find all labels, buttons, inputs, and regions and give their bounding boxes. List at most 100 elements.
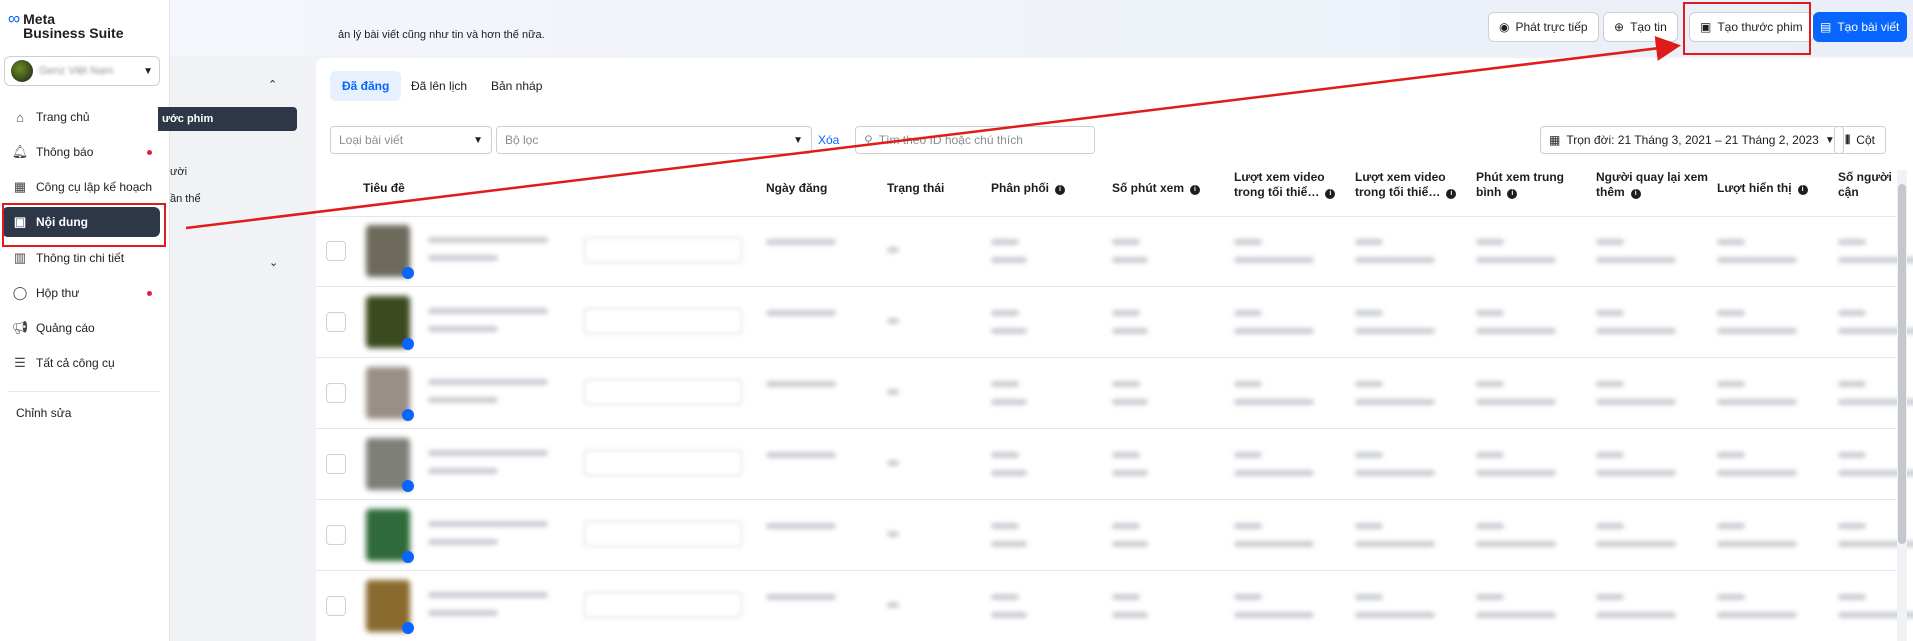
nav-item-insights[interactable]: ▥ Thông tin chi tiết — [2, 243, 160, 273]
column-header-reach[interactable]: Số người cận — [1838, 170, 1896, 200]
tab-published[interactable]: Đã đăng — [330, 71, 402, 101]
table-row[interactable] — [316, 430, 1913, 500]
columns-button[interactable]: ⦀ Cột — [1834, 126, 1886, 154]
facebook-badge-icon — [402, 267, 414, 279]
nav-item-planner[interactable]: ▦ Công cụ lập kế hoạch — [2, 172, 160, 202]
nav-item-content[interactable]: ▣ Nội dung — [2, 207, 160, 237]
boost-dropdown[interactable] — [584, 521, 742, 547]
post-type-select[interactable]: Loại bài viết ▼ — [330, 126, 492, 154]
column-header-returning-viewers[interactable]: Người quay lại xem thêm i — [1596, 170, 1708, 200]
meta-logo-icon: ∞ — [8, 9, 21, 28]
row-checkbox[interactable] — [326, 454, 346, 474]
boost-dropdown[interactable] — [584, 450, 742, 476]
nav-label: Nội dung — [36, 215, 88, 229]
meta-business-suite-logo[interactable]: ∞ Meta Business Suite — [8, 9, 124, 40]
column-header-minutes-viewed[interactable]: Số phút xem i — [1112, 181, 1201, 196]
notification-dot — [147, 150, 152, 155]
row-metric — [887, 531, 899, 537]
post-caption — [428, 237, 548, 243]
filter-select[interactable]: Bộ lọc ▼ — [496, 126, 812, 154]
row-metric — [766, 381, 836, 387]
row-metric-sub — [1717, 612, 1797, 618]
row-checkbox[interactable] — [326, 312, 346, 332]
nav-item-notifications[interactable]: 🔔︎ Thông báo — [2, 137, 160, 167]
row-metric — [1596, 523, 1624, 529]
row-metric — [1596, 239, 1624, 245]
row-metric-sub — [1355, 328, 1435, 334]
row-metric-sub — [1234, 612, 1314, 618]
table-row[interactable] — [316, 359, 1913, 429]
post-author — [428, 610, 498, 616]
tab-scheduled[interactable]: Đã lên lịch — [399, 71, 479, 101]
tab-drafts[interactable]: Bản nháp — [479, 71, 554, 101]
row-metric — [1476, 310, 1504, 316]
row-metric — [1112, 523, 1140, 529]
row-checkbox[interactable] — [326, 525, 346, 545]
boost-dropdown[interactable] — [584, 592, 742, 618]
column-header-date[interactable]: Ngày đăng — [766, 181, 827, 196]
row-metric — [1476, 452, 1504, 458]
column-header-video-views-2[interactable]: Lượt xem video trong tối thiể… i — [1355, 170, 1465, 200]
row-metric — [1234, 452, 1262, 458]
create-reel-button[interactable]: ▣ Tạo thước phim — [1689, 12, 1814, 42]
table-row[interactable] — [316, 572, 1913, 641]
nav-item-inbox[interactable]: ◯ Hộp thư — [2, 278, 160, 308]
row-metric — [766, 239, 836, 245]
menu-icon: ☰ — [14, 355, 26, 370]
sub-panel-selected-item[interactable]: ước phim — [158, 107, 297, 131]
table-row[interactable] — [316, 501, 1913, 571]
row-metric-sub — [1476, 328, 1556, 334]
column-header-status[interactable]: Trạng thái — [887, 181, 944, 196]
row-metric — [1234, 381, 1262, 387]
go-live-button[interactable]: ◉ Phát trực tiếp — [1488, 12, 1599, 42]
row-metric-sub — [1355, 612, 1435, 618]
sub-panel-item[interactable]: ười — [170, 166, 187, 178]
row-checkbox[interactable] — [326, 241, 346, 261]
column-header-impressions[interactable]: Lượt hiển thị i — [1717, 181, 1808, 196]
nav-item-all-tools[interactable]: ☰ Tất cả công cụ — [2, 348, 160, 378]
search-placeholder: Tìm theo ID hoặc chú thích — [878, 133, 1023, 147]
reel-icon: ▣ — [1700, 20, 1712, 34]
row-metric-sub — [1355, 541, 1435, 547]
table-row[interactable] — [316, 288, 1913, 358]
date-range-picker[interactable]: ▦ Trọn đời: 21 Tháng 3, 2021 – 21 Tháng … — [1540, 126, 1844, 154]
scrollbar-thumb[interactable] — [1898, 184, 1906, 544]
row-checkbox[interactable] — [326, 596, 346, 616]
column-header-video-views-1[interactable]: Lượt xem video trong tối thiể… i — [1234, 170, 1344, 200]
create-story-button[interactable]: ⊕ Tạo tin — [1603, 12, 1678, 42]
row-metric — [1717, 239, 1745, 245]
chevron-down-icon[interactable]: ⌄ — [269, 256, 278, 269]
nav-item-ads[interactable]: 📢︎ Quảng cáo — [2, 313, 160, 343]
column-header-avg-minutes[interactable]: Phút xem trung bình i — [1476, 170, 1588, 200]
search-input[interactable]: ⚲ Tìm theo ID hoặc chú thích — [855, 126, 1095, 154]
post-author — [428, 255, 498, 261]
filter-value: Bộ lọc — [505, 133, 539, 147]
column-header-title[interactable]: Tiêu đề — [363, 181, 405, 196]
row-metric-sub — [1112, 328, 1148, 334]
row-metric — [766, 523, 836, 529]
row-metric — [1112, 381, 1140, 387]
column-header-distribution[interactable]: Phân phối i — [991, 181, 1065, 196]
row-metric — [766, 310, 836, 316]
row-checkbox[interactable] — [326, 383, 346, 403]
boost-dropdown[interactable] — [584, 379, 742, 405]
sub-panel-item[interactable]: ần thể — [170, 193, 201, 205]
create-post-button[interactable]: ▤ Tạo bài viết — [1813, 12, 1907, 42]
chevron-up-icon[interactable]: ⌃ — [268, 78, 277, 91]
row-metric — [1476, 381, 1504, 387]
boost-dropdown[interactable] — [584, 237, 742, 263]
clear-filters-link[interactable]: Xóa — [818, 133, 839, 147]
account-switcher[interactable]: Genz Việt Nam ▼ — [4, 56, 160, 86]
boost-dropdown[interactable] — [584, 308, 742, 334]
row-metric-sub — [1717, 470, 1797, 476]
row-metric-sub — [1717, 328, 1797, 334]
row-metric — [1596, 452, 1624, 458]
edit-link[interactable]: Chỉnh sửa — [16, 406, 71, 420]
post-caption — [428, 521, 548, 527]
row-metric — [887, 318, 899, 324]
row-metric — [1355, 452, 1383, 458]
row-metric-sub — [1596, 399, 1676, 405]
table-row[interactable] — [316, 217, 1913, 287]
row-metric — [1112, 452, 1140, 458]
nav-item-home[interactable]: ⌂ Trang chủ — [2, 102, 160, 132]
